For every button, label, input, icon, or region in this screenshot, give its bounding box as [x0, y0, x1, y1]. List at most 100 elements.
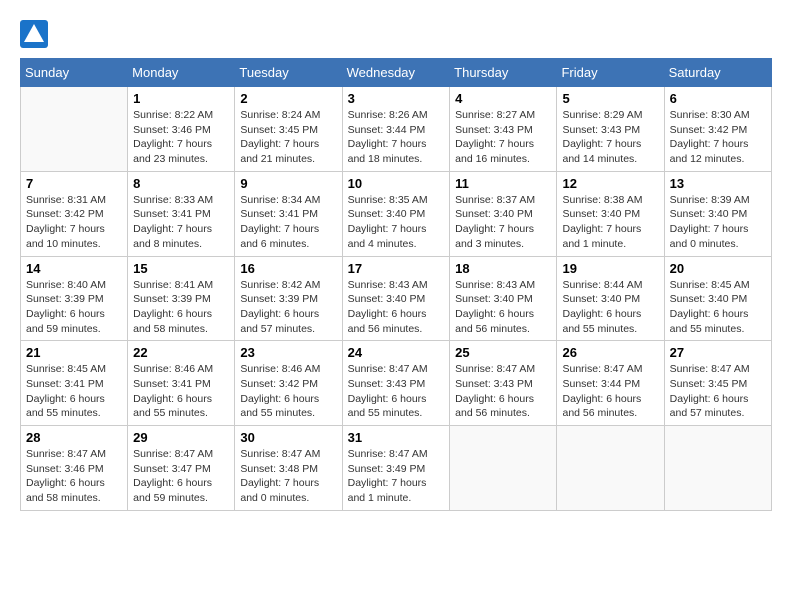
day-info: Sunrise: 8:30 AMSunset: 3:42 PMDaylight:… [670, 108, 766, 167]
day-header-tuesday: Tuesday [235, 59, 342, 87]
day-info: Sunrise: 8:47 AMSunset: 3:45 PMDaylight:… [670, 362, 766, 421]
week-row-0: 1 Sunrise: 8:22 AMSunset: 3:46 PMDaylight… [21, 87, 772, 172]
day-header-thursday: Thursday [450, 59, 557, 87]
day-cell [450, 426, 557, 511]
calendar-body: 1 Sunrise: 8:22 AMSunset: 3:46 PMDaylight… [21, 87, 772, 511]
day-info: Sunrise: 8:46 AMSunset: 3:41 PMDaylight:… [133, 362, 229, 421]
day-header-saturday: Saturday [664, 59, 771, 87]
day-number: 17 [348, 261, 445, 276]
day-number: 24 [348, 345, 445, 360]
day-info: Sunrise: 8:27 AMSunset: 3:43 PMDaylight:… [455, 108, 551, 167]
day-info: Sunrise: 8:43 AMSunset: 3:40 PMDaylight:… [455, 278, 551, 337]
day-number: 9 [240, 176, 336, 191]
day-info: Sunrise: 8:47 AMSunset: 3:43 PMDaylight:… [455, 362, 551, 421]
day-info: Sunrise: 8:45 AMSunset: 3:40 PMDaylight:… [670, 278, 766, 337]
day-cell: 7 Sunrise: 8:31 AMSunset: 3:42 PMDaylight… [21, 171, 128, 256]
day-info: Sunrise: 8:31 AMSunset: 3:42 PMDaylight:… [26, 193, 122, 252]
day-cell: 15 Sunrise: 8:41 AMSunset: 3:39 PMDayligh… [128, 256, 235, 341]
day-info: Sunrise: 8:47 AMSunset: 3:46 PMDaylight:… [26, 447, 122, 506]
day-number: 13 [670, 176, 766, 191]
day-cell: 6 Sunrise: 8:30 AMSunset: 3:42 PMDaylight… [664, 87, 771, 172]
day-number: 26 [562, 345, 658, 360]
day-cell: 21Sunrise: 8:45 AMSunset: 3:41 PMDayligh… [21, 341, 128, 426]
day-info: Sunrise: 8:43 AMSunset: 3:40 PMDaylight:… [348, 278, 445, 337]
day-number: 2 [240, 91, 336, 106]
day-info: Sunrise: 8:47 AMSunset: 3:43 PMDaylight:… [348, 362, 445, 421]
day-cell: 8 Sunrise: 8:33 AMSunset: 3:41 PMDaylight… [128, 171, 235, 256]
day-number: 6 [670, 91, 766, 106]
logo-icon [20, 20, 48, 48]
day-number: 18 [455, 261, 551, 276]
day-info: Sunrise: 8:35 AMSunset: 3:40 PMDaylight:… [348, 193, 445, 252]
day-cell: 12 Sunrise: 8:38 AMSunset: 3:40 PMDayligh… [557, 171, 664, 256]
day-number: 23 [240, 345, 336, 360]
day-cell [21, 87, 128, 172]
day-header-sunday: Sunday [21, 59, 128, 87]
day-number: 31 [348, 430, 445, 445]
day-info: Sunrise: 8:34 AMSunset: 3:41 PMDaylight:… [240, 193, 336, 252]
day-cell: 18 Sunrise: 8:43 AMSunset: 3:40 PMDayligh… [450, 256, 557, 341]
day-cell: 26 Sunrise: 8:47 AMSunset: 3:44 PMDayligh… [557, 341, 664, 426]
day-number: 16 [240, 261, 336, 276]
day-cell: 14 Sunrise: 8:40 AMSunset: 3:39 PMDayligh… [21, 256, 128, 341]
day-info: Sunrise: 8:26 AMSunset: 3:44 PMDaylight:… [348, 108, 445, 167]
day-header-wednesday: Wednesday [342, 59, 450, 87]
day-number: 1 [133, 91, 229, 106]
day-info: Sunrise: 8:39 AMSunset: 3:40 PMDaylight:… [670, 193, 766, 252]
day-cell: 27 Sunrise: 8:47 AMSunset: 3:45 PMDayligh… [664, 341, 771, 426]
day-info: Sunrise: 8:41 AMSunset: 3:39 PMDaylight:… [133, 278, 229, 337]
day-info: Sunrise: 8:42 AMSunset: 3:39 PMDaylight:… [240, 278, 336, 337]
day-number: 14 [26, 261, 122, 276]
week-row-1: 7 Sunrise: 8:31 AMSunset: 3:42 PMDaylight… [21, 171, 772, 256]
day-cell: 5 Sunrise: 8:29 AMSunset: 3:43 PMDaylight… [557, 87, 664, 172]
day-number: 11 [455, 176, 551, 191]
day-cell: 23 Sunrise: 8:46 AMSunset: 3:42 PMDayligh… [235, 341, 342, 426]
day-info: Sunrise: 8:33 AMSunset: 3:41 PMDaylight:… [133, 193, 229, 252]
calendar: SundayMondayTuesdayWednesdayThursdayFrid… [20, 58, 772, 511]
day-cell: 20 Sunrise: 8:45 AMSunset: 3:40 PMDayligh… [664, 256, 771, 341]
day-info: Sunrise: 8:45 AMSunset: 3:41 PMDaylight:… [26, 362, 122, 421]
day-info: Sunrise: 8:22 AMSunset: 3:46 PMDaylight:… [133, 108, 229, 167]
day-info: Sunrise: 8:24 AMSunset: 3:45 PMDaylight:… [240, 108, 336, 167]
day-number: 27 [670, 345, 766, 360]
day-number: 22 [133, 345, 229, 360]
day-cell: 13 Sunrise: 8:39 AMSunset: 3:40 PMDayligh… [664, 171, 771, 256]
day-number: 10 [348, 176, 445, 191]
day-info: Sunrise: 8:38 AMSunset: 3:40 PMDaylight:… [562, 193, 658, 252]
day-info: Sunrise: 8:44 AMSunset: 3:40 PMDaylight:… [562, 278, 658, 337]
day-info: Sunrise: 8:47 AMSunset: 3:44 PMDaylight:… [562, 362, 658, 421]
day-cell: 1 Sunrise: 8:22 AMSunset: 3:46 PMDaylight… [128, 87, 235, 172]
day-cell: 22 Sunrise: 8:46 AMSunset: 3:41 PMDayligh… [128, 341, 235, 426]
day-number: 5 [562, 91, 658, 106]
day-header-friday: Friday [557, 59, 664, 87]
day-cell: 19Sunrise: 8:44 AMSunset: 3:40 PMDayligh… [557, 256, 664, 341]
day-number: 28 [26, 430, 122, 445]
day-number: 8 [133, 176, 229, 191]
day-cell: 10 Sunrise: 8:35 AMSunset: 3:40 PMDayligh… [342, 171, 450, 256]
day-cell: 9 Sunrise: 8:34 AMSunset: 3:41 PMDaylight… [235, 171, 342, 256]
day-info: Sunrise: 8:29 AMSunset: 3:43 PMDaylight:… [562, 108, 658, 167]
logo [20, 20, 52, 48]
day-cell [664, 426, 771, 511]
day-cell: 16 Sunrise: 8:42 AMSunset: 3:39 PMDayligh… [235, 256, 342, 341]
week-row-2: 14 Sunrise: 8:40 AMSunset: 3:39 PMDayligh… [21, 256, 772, 341]
day-info: Sunrise: 8:37 AMSunset: 3:40 PMDaylight:… [455, 193, 551, 252]
day-number: 25 [455, 345, 551, 360]
day-cell: 4 Sunrise: 8:27 AMSunset: 3:43 PMDaylight… [450, 87, 557, 172]
day-number: 29 [133, 430, 229, 445]
day-number: 15 [133, 261, 229, 276]
day-number: 7 [26, 176, 122, 191]
day-cell: 24 Sunrise: 8:47 AMSunset: 3:43 PMDayligh… [342, 341, 450, 426]
day-number: 12 [562, 176, 658, 191]
day-cell: 29 Sunrise: 8:47 AMSunset: 3:47 PMDayligh… [128, 426, 235, 511]
day-info: Sunrise: 8:40 AMSunset: 3:39 PMDaylight:… [26, 278, 122, 337]
day-info: Sunrise: 8:46 AMSunset: 3:42 PMDaylight:… [240, 362, 336, 421]
day-number: 20 [670, 261, 766, 276]
calendar-header-row: SundayMondayTuesdayWednesdayThursdayFrid… [21, 59, 772, 87]
day-number: 4 [455, 91, 551, 106]
day-cell [557, 426, 664, 511]
day-number: 30 [240, 430, 336, 445]
week-row-3: 21Sunrise: 8:45 AMSunset: 3:41 PMDayligh… [21, 341, 772, 426]
day-info: Sunrise: 8:47 AMSunset: 3:47 PMDaylight:… [133, 447, 229, 506]
week-row-4: 28 Sunrise: 8:47 AMSunset: 3:46 PMDayligh… [21, 426, 772, 511]
